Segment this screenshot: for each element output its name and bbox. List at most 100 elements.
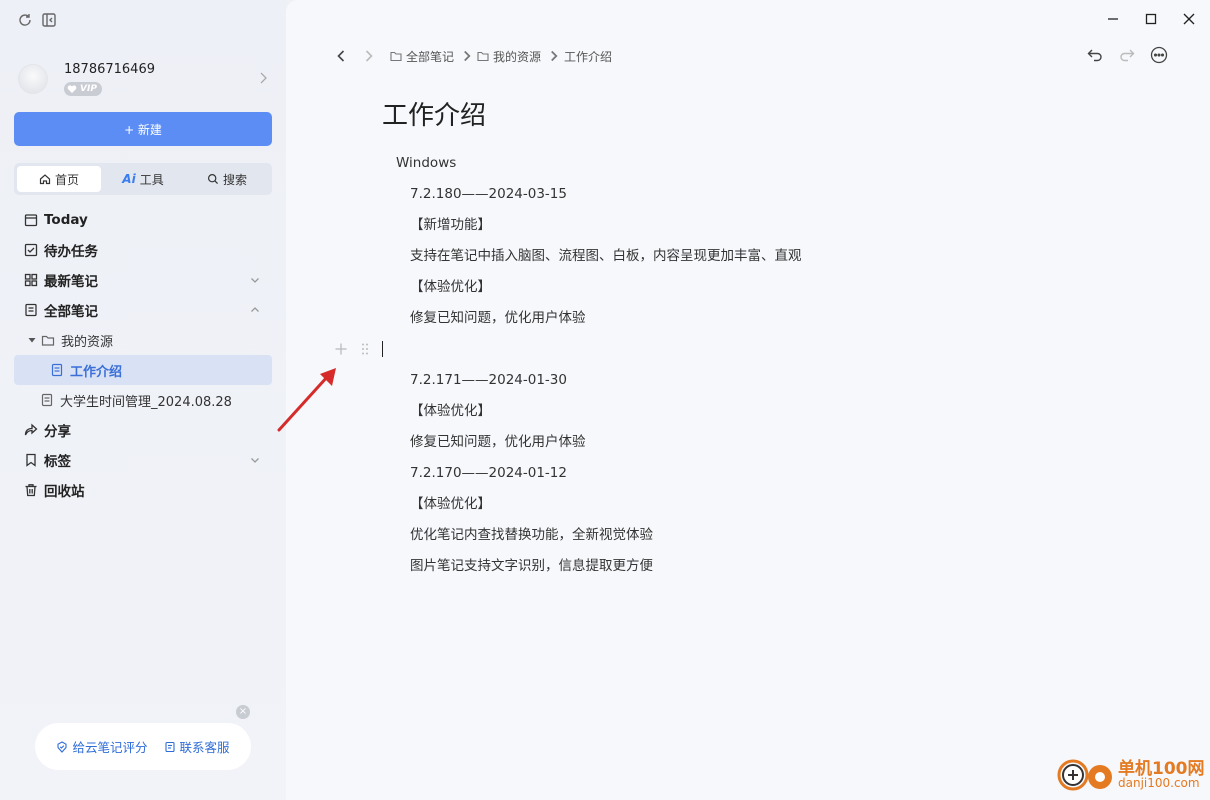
folder-icon [390,51,402,62]
tab-home-label: 首页 [54,172,79,187]
sidebar-item-label: Today [44,212,88,228]
doc-line: 修复已知问题，优化用户体验 [410,434,586,450]
close-icon[interactable] [1182,12,1196,26]
watermark-logo-icon [1057,759,1112,791]
chevron-down-icon[interactable] [250,455,260,465]
home-icon [39,174,51,185]
document-icon [41,393,53,407]
forward-arrow-icon[interactable] [362,49,376,63]
sidebar-item-tags[interactable]: 标签 [14,445,272,475]
add-block-icon[interactable] [334,342,348,356]
contact-support-label: 联系客服 [179,740,230,755]
checkbox-icon [24,243,38,257]
sidebar-item-label: 全部笔记 [44,304,98,320]
vip-badge-label: VIP [80,84,97,94]
editor-tools [1086,46,1168,64]
doc-line: 【体验优化】 [410,496,491,512]
vip-badge: VIP [64,82,102,96]
search-icon [207,173,219,185]
chevron-up-icon[interactable] [250,305,260,315]
caret-down-icon[interactable] [28,336,36,344]
watermark-url: danji100.com [1118,776,1200,790]
chevron-right-icon [464,50,471,62]
annotation-arrow-icon [277,368,336,432]
doc-line: 7.2.180——2024-03-15 [410,186,567,202]
tab-ai-tools[interactable]: Ai 工具 [101,166,185,192]
tab-search[interactable]: 搜索 [185,166,269,192]
sidebar-item-todo[interactable]: 待办任务 [14,235,272,265]
share-icon [24,423,38,436]
sidebar-item-selected-note[interactable]: 工作介绍 [14,355,272,385]
feedback-card: 给云笔记评分 联系客服 [35,723,251,770]
site-watermark: 单机100网 danji100.com [1056,754,1206,796]
breadcrumb: 全部笔记 我的资源 工作介绍 [390,48,612,65]
back-arrow-icon[interactable] [334,49,348,63]
user-phone: 18786716469 [64,62,155,77]
sidebar-item-label: 最新笔记 [44,274,98,290]
sidebar-item-label: 工作介绍 [70,364,123,380]
doc-line: 7.2.171——2024-01-30 [410,372,567,388]
vip-heart-icon [67,85,77,93]
collapse-sidebar-icon[interactable] [41,12,57,28]
note-title[interactable]: 工作介绍 [382,95,486,132]
tab-search-label: 搜索 [222,172,247,187]
breadcrumb-item[interactable]: 全部笔记 [406,48,454,65]
undo-icon[interactable] [1086,46,1104,64]
note-icon [25,303,37,317]
minimize-icon[interactable] [1106,12,1120,26]
doc-line: 优化笔记内查找替换功能，全新视觉体验 [410,527,653,543]
breadcrumb-current: 工作介绍 [564,49,613,64]
sidebar-item-label: 回收站 [44,484,85,500]
doc-line: 修复已知问题，优化用户体验 [410,310,586,326]
text-cursor [382,341,383,357]
folder-icon [41,335,55,346]
sidebar-top-icons [17,12,57,28]
sidebar-item-label: 待办任务 [44,244,98,260]
contact-support-link[interactable]: 联系客服 [164,737,230,756]
sidebar-item-label: 大学生时间管理_2024.08.28 [60,394,232,410]
support-icon [164,741,175,752]
drag-handle-icon[interactable] [358,342,372,356]
sidebar-item-label: 标签 [44,454,71,470]
sidebar-item-other-note[interactable]: 大学生时间管理_2024.08.28 [14,385,272,415]
doc-line: 【新增功能】 [410,217,491,233]
tab-home[interactable]: 首页 [17,166,101,192]
sidebar-item-label: 分享 [44,424,71,440]
sidebar-item-folder[interactable]: 我的资源 [14,325,272,355]
sidebar-item-recent[interactable]: 最新笔记 [14,265,272,295]
new-note-button[interactable]: + 新建 [14,112,272,146]
sidebar-item-share[interactable]: 分享 [14,415,272,445]
maximize-icon[interactable] [1144,12,1158,26]
sidebar-item-trash[interactable]: 回收站 [14,475,272,505]
sidebar-nav: Today 待办任务 最新笔记 全部笔记 我的资源 工作介绍 大学生时间管理_2… [14,205,272,505]
chevron-right-icon [551,50,558,62]
editor-topbar: 全部笔记 我的资源 工作介绍 [334,44,612,68]
folder-icon [477,51,489,62]
editor-pane: 全部笔记 我的资源 工作介绍 工作介绍 Windows 7.2.180——202… [286,0,1210,800]
chevron-right-icon[interactable] [258,72,268,84]
breadcrumb-item[interactable]: 我的资源 [493,48,541,65]
redo-icon[interactable] [1118,46,1136,64]
doc-line: Windows [396,155,457,171]
doc-empty-line[interactable] [396,336,1096,367]
doc-line: 7.2.170——2024-01-12 [410,465,567,481]
sidebar: 18786716469 VIP + 新建 首页 Ai 工具 搜索 Today 待… [0,0,286,800]
rate-app-link[interactable]: 给云笔记评分 [56,737,148,756]
user-profile[interactable]: 18786716469 VIP [18,60,276,100]
feedback-close-button[interactable]: × [236,705,250,719]
grid-icon [24,273,38,287]
bookmark-icon [26,453,36,467]
note-body[interactable]: Windows 7.2.180——2024-03-15 【新增功能】 支持在笔记… [396,150,1096,584]
more-options-icon[interactable] [1150,46,1168,64]
doc-line: 图片笔记支持文字识别，信息提取更方便 [410,558,653,574]
trash-icon [25,484,37,497]
sidebar-item-label: 我的资源 [61,334,114,350]
sidebar-item-today[interactable]: Today [14,205,272,235]
tab-ai-tools-label: 工具 [139,172,164,187]
sidebar-item-all-notes[interactable]: 全部笔记 [14,295,272,325]
award-icon [57,740,68,753]
avatar[interactable] [18,64,48,94]
block-handles [334,342,372,356]
chevron-down-icon[interactable] [250,275,260,285]
sync-icon[interactable] [17,12,33,28]
